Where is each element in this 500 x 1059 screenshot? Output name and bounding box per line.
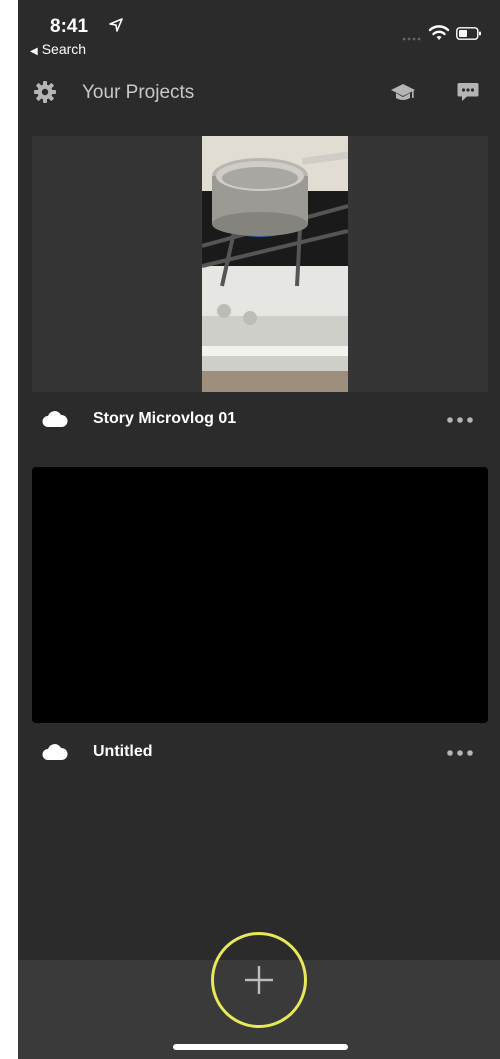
- more-icon[interactable]: [446, 416, 474, 424]
- status-bar: 8:41 ◀ Search: [18, 0, 500, 70]
- chat-bubble-icon[interactable]: [456, 80, 480, 104]
- project-row-2[interactable]: Untitled: [18, 733, 500, 773]
- app-screen: 8:41 ◀ Search Your Projects Story Microv…: [18, 0, 500, 1059]
- project-name: Story Microvlog 01: [93, 410, 237, 427]
- home-indicator[interactable]: [173, 1044, 348, 1050]
- gear-icon[interactable]: [33, 80, 57, 104]
- back-search-label: Search: [41, 41, 87, 57]
- cloud-icon: [42, 744, 68, 760]
- project-thumbnail-2[interactable]: [32, 467, 488, 723]
- back-triangle-icon: ◀: [30, 46, 38, 57]
- page-title: Your Projects: [82, 82, 195, 103]
- add-project-button[interactable]: [211, 932, 307, 1028]
- graduation-cap-icon[interactable]: [390, 80, 416, 104]
- header-bar: Your Projects: [18, 70, 500, 120]
- cooking-pot-thumbnail: [202, 136, 348, 392]
- back-to-search-link[interactable]: ◀ Search: [30, 41, 86, 57]
- location-arrow-icon: [109, 18, 123, 32]
- wifi-icon: [428, 25, 450, 40]
- project-thumbnail-1[interactable]: [32, 136, 488, 392]
- plus-icon: [245, 966, 273, 994]
- project-row-1[interactable]: Story Microvlog 01: [18, 400, 500, 440]
- battery-icon: [456, 27, 481, 40]
- status-time: 8:41: [50, 16, 89, 37]
- signal-icon: [402, 37, 421, 41]
- project-name: Untitled: [93, 743, 153, 760]
- cloud-icon: [42, 411, 68, 427]
- more-icon[interactable]: [446, 749, 474, 757]
